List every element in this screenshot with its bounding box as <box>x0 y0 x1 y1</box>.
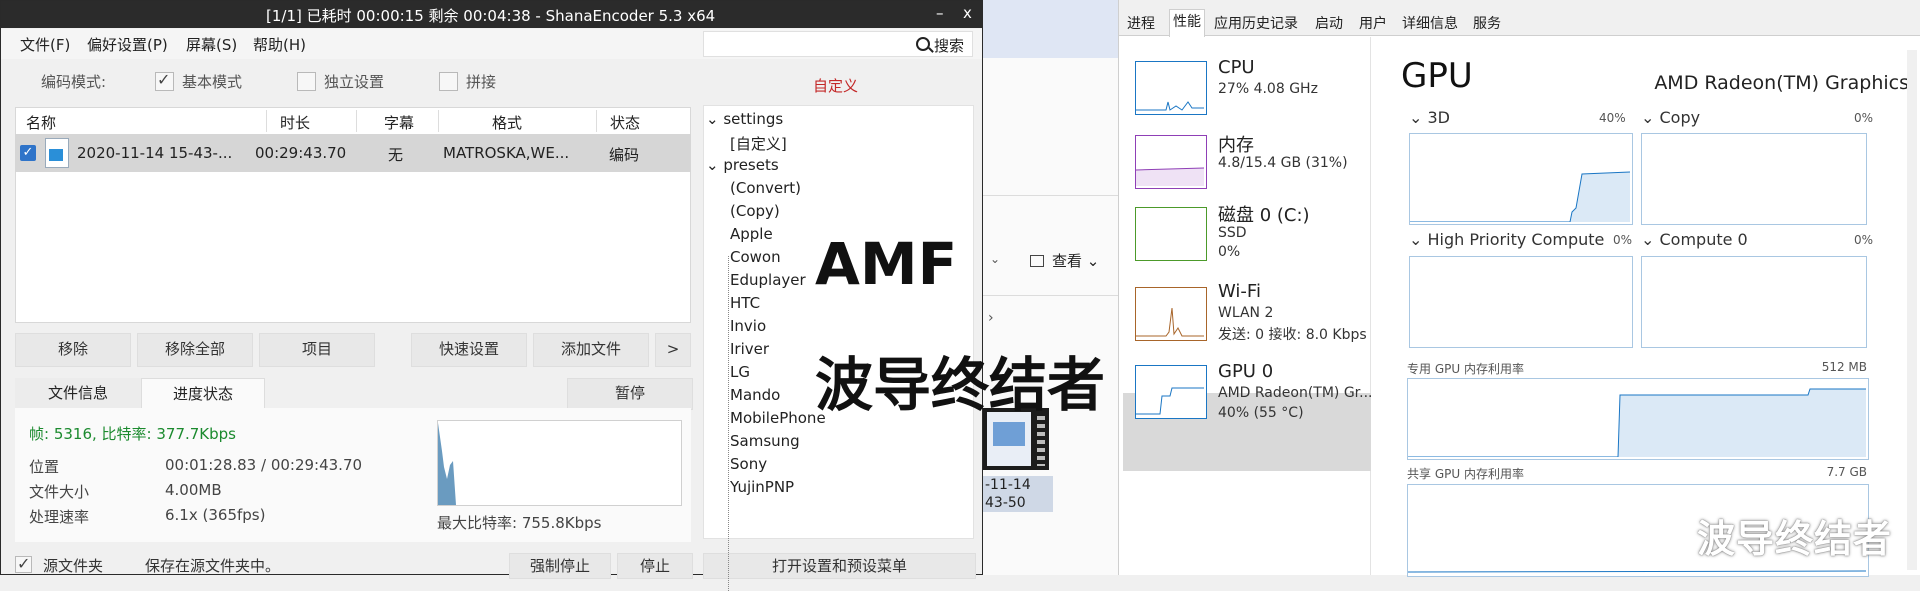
tree-item[interactable]: (Copy) <box>730 202 780 220</box>
performance-sidebar: CPU 27% 4.08 GHz 内存 4.8/15.4 GB (31%) 磁盘… <box>1119 37 1373 575</box>
search-box[interactable]: 搜索 <box>703 31 973 57</box>
task-manager-tabs: 进程 性能 应用历史记录 启动 用户 详细信息 服务 <box>1119 0 1920 37</box>
tree-item[interactable]: Samsung <box>730 432 800 450</box>
quick-settings-button[interactable]: 快速设置 <box>411 333 527 367</box>
open-settings-button[interactable]: 打开设置和预设菜单 <box>703 553 976 579</box>
tree-custom[interactable]: [自定义] <box>730 133 787 154</box>
menu-file[interactable]: 文件(F) <box>20 34 70 55</box>
tree-item[interactable]: Invio <box>730 317 766 335</box>
engine-high-priority-compute-label[interactable]: ⌄ High Priority Compute <box>1409 230 1604 249</box>
max-bitrate: 最大比特率: 755.8Kbps <box>437 514 602 532</box>
wifi-mini-graph <box>1135 287 1207 341</box>
close-icon[interactable]: x <box>963 4 972 22</box>
col-name[interactable]: 名称 <box>26 112 56 133</box>
dedicated-memory-graph <box>1407 378 1869 460</box>
engine-copy-graph <box>1641 133 1867 225</box>
tab-processes[interactable]: 进程 <box>1127 13 1155 33</box>
col-status[interactable]: 状态 <box>610 112 640 133</box>
engine-compute0-graph <box>1641 256 1867 348</box>
menu-help[interactable]: 帮助(H) <box>253 34 306 55</box>
minimize-icon[interactable]: – <box>936 4 944 22</box>
tree-item[interactable]: Cowon <box>730 248 781 266</box>
tab-services[interactable]: 服务 <box>1473 13 1501 33</box>
menu-screen[interactable]: 屏幕(S) <box>186 34 237 55</box>
gpu-mini-graph <box>1135 365 1207 419</box>
memory-mini-graph <box>1135 135 1207 189</box>
remove-button[interactable]: 移除 <box>15 333 131 367</box>
thumbnail-filename: -11-14 43-50 <box>983 476 1053 512</box>
tree-item[interactable]: Eduplayer <box>730 271 806 289</box>
chevron-down-icon[interactable]: ⌄ <box>990 252 1000 266</box>
engine-3d-label[interactable]: ⌄ 3D <box>1409 108 1450 127</box>
tree-item[interactable]: YujinPNP <box>730 478 794 496</box>
col-format[interactable]: 格式 <box>492 112 522 133</box>
custom-preset-label: 自定义 <box>813 77 859 95</box>
stop-button[interactable]: 停止 <box>617 553 693 579</box>
gpu-device-name: AMD Radeon(TM) Graphics <box>1654 72 1909 94</box>
cpu-mini-graph <box>1135 61 1207 115</box>
engine-compute0-label[interactable]: ⌄ Compute 0 <box>1641 230 1748 249</box>
engine-hpc-graph <box>1409 256 1633 348</box>
tree-item[interactable]: Iriver <box>730 340 769 358</box>
project-button[interactable]: 项目 <box>259 333 375 367</box>
tree-item[interactable]: Mando <box>730 386 780 404</box>
tree-item[interactable]: HTC <box>730 294 760 312</box>
encoding-mode-row: 编码模式: 基本模式 独立设置 拼接 <box>1 69 691 95</box>
engine-3d-graph <box>1409 133 1633 225</box>
force-stop-button[interactable]: 强制停止 <box>509 553 611 579</box>
add-file-button[interactable]: 添加文件 <box>533 333 649 367</box>
gpu-title: GPU <box>1401 56 1473 96</box>
tab-progress[interactable]: 进度状态 <box>141 378 265 409</box>
pause-button[interactable]: 暂停 <box>567 378 693 410</box>
more-button[interactable]: > <box>655 333 691 367</box>
concat-checkbox[interactable] <box>439 72 458 91</box>
search-icon <box>916 37 930 51</box>
tab-file-info[interactable]: 文件信息 <box>15 378 141 408</box>
task-manager-window: 进程 性能 应用历史记录 启动 用户 详细信息 服务 CPU 27% 4.08 … <box>1118 0 1920 577</box>
view-icon <box>1030 255 1044 267</box>
overlay-title-amf: AMF <box>815 230 958 298</box>
shared-memory-label: 共享 GPU 内存利用率 <box>1407 467 1524 481</box>
watermark: 波导终结者 <box>1697 517 1893 561</box>
title-bar: [1/1] 已耗时 00:00:15 剩余 00:04:38 - ShanaEn… <box>1 1 982 28</box>
independent-settings-checkbox[interactable] <box>297 72 316 91</box>
dedicated-memory-label: 专用 GPU 内存利用率 <box>1407 362 1524 376</box>
source-folder-checkbox[interactable] <box>15 554 32 573</box>
chevron-right-icon[interactable]: › <box>988 310 994 326</box>
search-label: 搜索 <box>933 37 964 55</box>
frame-bitrate-info: 帧: 5316, 比特率: 377.7Kbps <box>29 425 236 443</box>
tab-app-history[interactable]: 应用历史记录 <box>1214 13 1298 33</box>
remove-all-button[interactable]: 移除全部 <box>137 333 253 367</box>
menu-preferences[interactable]: 偏好设置(P) <box>87 34 168 55</box>
save-location-note: 保存在源文件夹中。 <box>145 557 281 575</box>
engine-copy-label[interactable]: ⌄ Copy <box>1641 108 1700 127</box>
tab-users[interactable]: 用户 <box>1359 13 1387 33</box>
tree-item[interactable]: (Convert) <box>730 179 801 197</box>
view-button[interactable]: 查看 ⌄ <box>1030 250 1099 271</box>
table-row[interactable]: ✓ 2020-11-14 15-43-... 00:29:43.70 无 MAT… <box>15 134 691 172</box>
window-title: [1/1] 已耗时 00:00:15 剩余 00:04:38 - ShanaEn… <box>266 7 716 25</box>
preset-tree[interactable]: ⌄ settings [自定义] ⌄ presets (Convert) (Co… <box>703 105 974 591</box>
tree-settings[interactable]: ⌄ settings <box>706 110 783 128</box>
tree-presets[interactable]: ⌄ presets <box>706 156 779 174</box>
tree-item[interactable]: Apple <box>730 225 773 243</box>
col-duration[interactable]: 时长 <box>280 112 310 133</box>
col-subtitle[interactable]: 字幕 <box>384 112 414 133</box>
tab-startup[interactable]: 启动 <box>1315 13 1343 33</box>
tab-performance[interactable]: 性能 <box>1169 9 1205 37</box>
tab-details[interactable]: 详细信息 <box>1402 13 1458 33</box>
scrollbar[interactable] <box>1907 50 1917 570</box>
tree-item[interactable]: LG <box>730 363 750 381</box>
tree-item[interactable]: Sony <box>730 455 767 473</box>
overlay-title-chinese: 波导终结者 <box>815 351 1106 419</box>
basic-mode-checkbox[interactable] <box>155 70 174 91</box>
video-file-icon <box>45 138 69 168</box>
tree-item[interactable]: MobilePhone <box>730 409 826 427</box>
bitrate-graph <box>437 420 682 506</box>
row-checkbox[interactable]: ✓ <box>20 145 36 161</box>
disk-mini-graph <box>1135 207 1207 261</box>
